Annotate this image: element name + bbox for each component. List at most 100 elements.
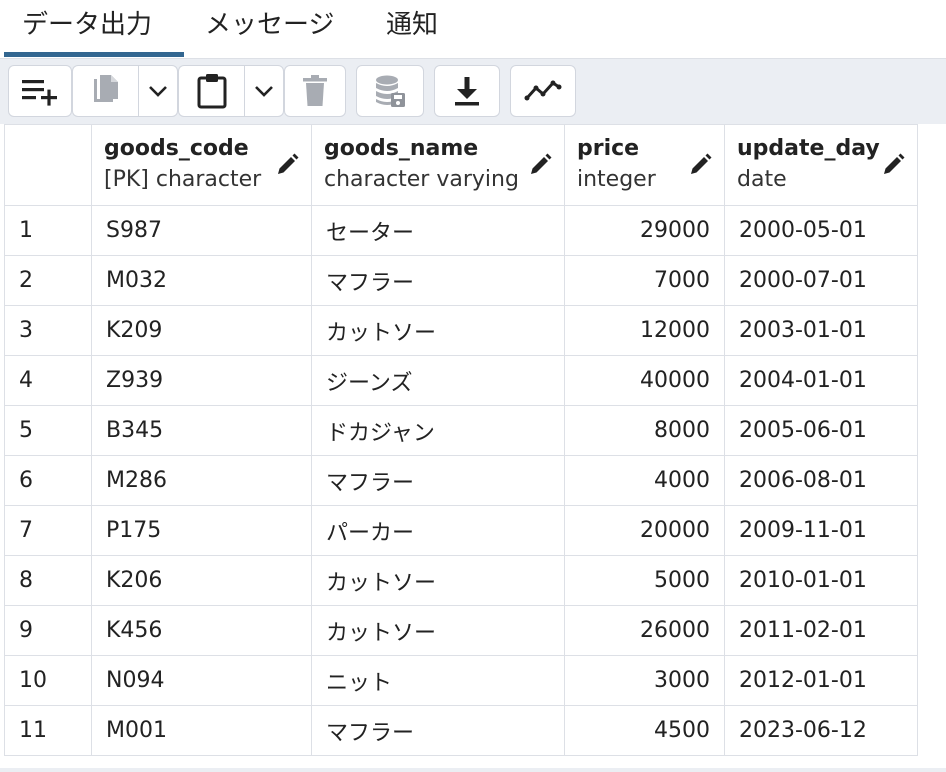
goods-name-cell[interactable]: カットソー [311,555,565,606]
price-cell[interactable]: 8000 [564,405,725,456]
price-cell[interactable]: 20000 [564,505,725,556]
update-day-cell[interactable]: 2000-05-01 [724,205,918,256]
column-header-goods-code[interactable]: goods_code [PK] character [91,124,312,206]
row-number-cell[interactable]: 4 [4,355,92,406]
row-number-cell[interactable]: 11 [4,705,92,756]
update-day-cell[interactable]: 2010-01-01 [724,555,918,606]
goods-code-cell[interactable]: M286 [91,455,312,506]
update-day-cell[interactable]: 2009-11-01 [724,505,918,556]
row-number-cell[interactable]: 8 [4,555,92,606]
price-cell[interactable]: 4500 [564,705,725,756]
update-day-cell[interactable]: 2003-01-01 [724,305,918,356]
goods-code-cell[interactable]: K456 [91,605,312,656]
goods-code-cell[interactable]: K209 [91,305,312,356]
row-number-cell[interactable]: 10 [4,655,92,706]
row-number-cell[interactable]: 1 [4,205,92,256]
save-data-button[interactable] [356,65,424,117]
goods-name-cell[interactable]: カットソー [311,305,565,356]
price-cell[interactable]: 7000 [564,255,725,306]
goods-name-cell[interactable]: ドカジャン [311,405,565,456]
add-row-icon [22,80,57,106]
row-number-cell[interactable]: 2 [4,255,92,306]
column-type: character varying [324,167,519,192]
goods-code-cell[interactable]: M001 [91,705,312,756]
copy-button[interactable] [72,65,138,117]
goods-name-cell[interactable]: ニット [311,655,565,706]
column-name: goods_name [324,136,479,161]
column-header-update-day[interactable]: update_day date [724,124,918,206]
goods-name-cell[interactable]: マフラー [311,255,565,306]
goods-name-cell[interactable]: マフラー [311,455,565,506]
table-row[interactable]: 2 M032 マフラー 7000 2000-07-01 [4,255,918,306]
column-name: goods_code [104,136,249,161]
goods-name-cell[interactable]: ジーンズ [311,355,565,406]
data-output-toolbar [0,58,946,124]
goods-code-cell[interactable]: M032 [91,255,312,306]
table-row[interactable]: 11 M001 マフラー 4500 2023-06-12 [4,705,918,756]
table-row[interactable]: 4 Z939 ジーンズ 40000 2004-01-01 [4,355,918,406]
graph-visualiser-button[interactable] [510,65,576,117]
database-save-icon [376,75,405,107]
chevron-down-icon [255,86,273,97]
row-number-cell[interactable]: 9 [4,605,92,656]
column-header-price[interactable]: price integer [564,124,725,206]
download-icon [455,77,479,106]
edit-icon[interactable] [275,153,299,177]
row-number-cell[interactable]: 5 [4,405,92,456]
update-day-cell[interactable]: 2000-07-01 [724,255,918,306]
table-row[interactable]: 3 K209 カットソー 12000 2003-01-01 [4,305,918,356]
row-number-cell[interactable]: 3 [4,305,92,356]
price-cell[interactable]: 29000 [564,205,725,256]
price-cell[interactable]: 4000 [564,455,725,506]
tab-messages[interactable]: メッセージ [205,0,334,58]
line-chart-icon [524,80,562,101]
edit-icon[interactable] [688,153,712,177]
data-grid: goods_code [PK] character goods_name cha… [0,124,946,772]
price-cell[interactable]: 5000 [564,555,725,606]
update-day-cell[interactable]: 2005-06-01 [724,405,918,456]
add-row-button[interactable] [8,65,72,117]
price-cell[interactable]: 3000 [564,655,725,706]
paste-button[interactable] [178,65,244,117]
tab-data-output[interactable]: データ出力 [22,0,152,58]
goods-code-cell[interactable]: P175 [91,505,312,556]
output-tabs: データ出力 メッセージ 通知 [0,0,946,58]
price-cell[interactable]: 12000 [564,305,725,356]
price-cell[interactable]: 26000 [564,605,725,656]
update-day-cell[interactable]: 2011-02-01 [724,605,918,656]
table-row[interactable]: 9 K456 カットソー 26000 2011-02-01 [4,605,918,656]
goods-name-cell[interactable]: マフラー [311,705,565,756]
row-number-header[interactable] [4,124,92,206]
column-header-goods-name[interactable]: goods_name character varying [311,124,565,206]
price-cell[interactable]: 40000 [564,355,725,406]
goods-name-cell[interactable]: パーカー [311,505,565,556]
bottom-border [0,768,946,772]
download-button[interactable] [434,65,500,117]
row-number-cell[interactable]: 7 [4,505,92,556]
table-row[interactable]: 1 S987 セーター 29000 2000-05-01 [4,205,918,256]
table-row[interactable]: 10 N094 ニット 3000 2012-01-01 [4,655,918,706]
goods-code-cell[interactable]: K206 [91,555,312,606]
table-row[interactable]: 7 P175 パーカー 20000 2009-11-01 [4,505,918,556]
edit-icon[interactable] [881,153,905,177]
goods-code-cell[interactable]: S987 [91,205,312,256]
table-row[interactable]: 5 B345 ドカジャン 8000 2005-06-01 [4,405,918,456]
update-day-cell[interactable]: 2004-01-01 [724,355,918,406]
update-day-cell[interactable]: 2012-01-01 [724,655,918,706]
goods-name-cell[interactable]: カットソー [311,605,565,656]
table-row[interactable]: 8 K206 カットソー 5000 2010-01-01 [4,555,918,606]
copy-options-button[interactable] [138,65,178,117]
tab-notifications[interactable]: 通知 [386,0,438,58]
row-number-cell[interactable]: 6 [4,455,92,506]
table-row[interactable]: 6 M286 マフラー 4000 2006-08-01 [4,455,918,506]
edit-icon[interactable] [528,153,552,177]
goods-code-cell[interactable]: N094 [91,655,312,706]
update-day-cell[interactable]: 2006-08-01 [724,455,918,506]
goods-code-cell[interactable]: Z939 [91,355,312,406]
goods-name-cell[interactable]: セーター [311,205,565,256]
goods-code-cell[interactable]: B345 [91,405,312,456]
update-day-cell[interactable]: 2023-06-12 [724,705,918,756]
delete-button[interactable] [284,65,346,117]
paste-options-button[interactable] [244,65,284,117]
clipboard-icon [197,74,226,109]
